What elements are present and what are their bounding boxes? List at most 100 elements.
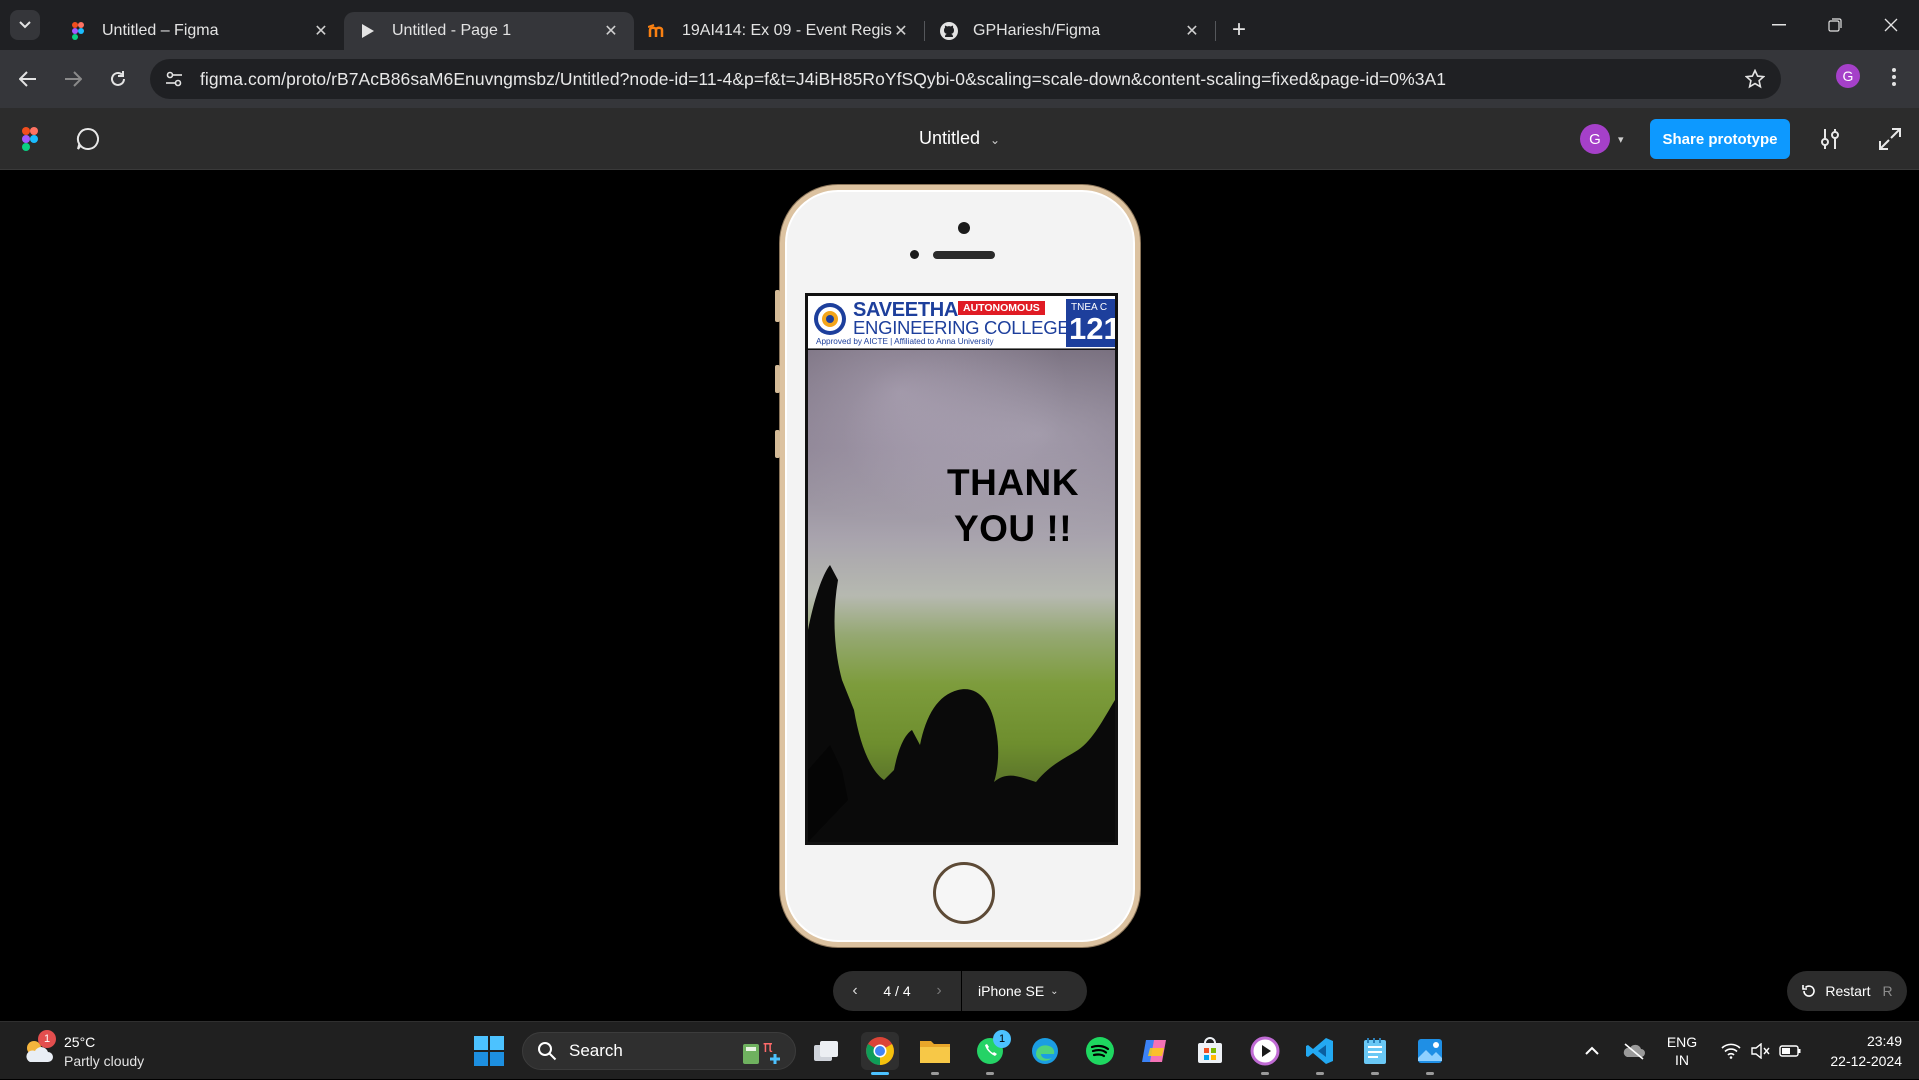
phone-home-button[interactable] [933, 862, 995, 924]
tab-prototype-page[interactable]: Untitled - Page 1 ✕ [344, 12, 634, 50]
media-player-icon [1250, 1036, 1280, 1066]
tab-title: 19AI414: Ex 09 - Event Registrat [682, 22, 892, 39]
tab-github-repo[interactable]: GPHariesh/Figma ✕ [925, 12, 1215, 50]
expand-icon[interactable] [1877, 126, 1903, 152]
college-emblem-icon [814, 303, 846, 335]
user-avatar-menu[interactable]: G ▾ [1580, 122, 1624, 156]
browser-menu-icon[interactable] [1880, 62, 1908, 92]
svg-text:π: π [763, 1037, 773, 1056]
taskbar-media-player[interactable] [1246, 1032, 1284, 1075]
wifi-icon [1721, 1043, 1741, 1059]
previous-frame-icon[interactable]: ‹ [837, 982, 873, 1000]
restart-button[interactable]: Restart R [1787, 971, 1907, 1011]
tab-separator [1215, 21, 1216, 41]
restart-icon [1802, 985, 1816, 997]
chevron-down-icon: ⌄ [989, 133, 1001, 147]
figma-prototype-header: Untitled ⌄ G ▾ Share prototype [0, 108, 1919, 170]
quick-settings[interactable] [1716, 1022, 1806, 1080]
taskbar-whatsapp[interactable]: 1 [971, 1030, 1011, 1075]
stadium-background-image: THANK YOU !! [808, 350, 1115, 842]
thank-you-line1: THANK [947, 462, 1079, 503]
tnea-code-box: TNEA C 121 [1066, 299, 1115, 347]
figma-icon [68, 21, 88, 41]
chevron-down-icon[interactable]: ⌄ [1050, 986, 1058, 997]
restore-button[interactable] [1807, 0, 1863, 50]
edge-icon [1032, 1038, 1058, 1064]
minimize-button[interactable] [1751, 0, 1807, 50]
show-hidden-icons[interactable] [1580, 1022, 1604, 1080]
close-window-button[interactable] [1863, 0, 1919, 50]
proximity-sensor [910, 250, 919, 259]
taskbar-store[interactable] [1191, 1032, 1229, 1070]
phone-side-button [775, 290, 780, 322]
windows-taskbar: 1 25°C Partly cloudy Search π 1 ENG IN 2… [0, 1021, 1919, 1079]
reload-icon [111, 71, 125, 86]
device-selector[interactable]: iPhone SE [978, 983, 1044, 999]
chevron-down-icon: ▾ [1618, 133, 1624, 146]
autonomous-badge: AUTONOMOUS [958, 301, 1045, 315]
iphone-frame: SAVEETHA AUTONOMOUS ENGINEERING COLLEGE … [775, 185, 1140, 947]
taskbar-chrome[interactable] [861, 1032, 899, 1075]
close-icon [1884, 18, 1898, 32]
folder-icon [920, 1041, 950, 1063]
file-title-menu[interactable]: Untitled ⌄ [0, 128, 1919, 149]
chevron-up-icon [1585, 1046, 1599, 1055]
address-bar[interactable]: figma.com/proto/rB7AcB86saM6Enuvngmsbz/U… [150, 59, 1781, 99]
clock[interactable]: 23:49 22-12-2024 [1812, 1022, 1902, 1080]
browser-profile-avatar[interactable]: G [1836, 64, 1860, 88]
arrow-right-icon [65, 71, 82, 87]
language-indicator[interactable]: ENG IN [1662, 1022, 1702, 1080]
close-tab-icon[interactable]: ✕ [892, 21, 910, 41]
taskbar-copilot[interactable] [1136, 1032, 1174, 1070]
onedrive-status[interactable] [1618, 1022, 1650, 1080]
search-label: Search [569, 1041, 623, 1060]
new-tab-button[interactable]: + [1224, 15, 1254, 45]
share-prototype-button[interactable]: Share prototype [1650, 119, 1790, 159]
thank-you-message: THANK YOU !! [928, 460, 1098, 552]
copilot-icon [1142, 1040, 1166, 1062]
taskbar-spotify[interactable] [1081, 1032, 1119, 1070]
restart-shortcut: R [1882, 983, 1893, 999]
file-title: Untitled [918, 128, 980, 148]
weather-condition: Partly cloudy [64, 1053, 145, 1069]
tab-title: Untitled – Figma [102, 22, 219, 39]
weather-alert-badge: 1 [38, 1030, 56, 1048]
battery-icon [1779, 1045, 1801, 1057]
browser-tab-strip: Untitled – Figma ✕ Untitled - Page 1 ✕ 1… [0, 0, 1919, 50]
prototype-settings-icon[interactable] [1817, 126, 1843, 152]
close-tab-icon[interactable]: ✕ [1183, 21, 1201, 41]
start-button[interactable] [470, 1032, 508, 1070]
task-view-icon [814, 1041, 838, 1061]
earpiece-speaker [933, 251, 995, 259]
taskbar-search[interactable]: Search π [522, 1032, 796, 1070]
taskbar-edge[interactable] [1026, 1032, 1064, 1070]
taskbar-file-explorer[interactable] [916, 1032, 954, 1075]
college-banner: SAVEETHA AUTONOMOUS ENGINEERING COLLEGE … [808, 296, 1115, 349]
notepad-icon [1364, 1038, 1386, 1064]
weather-widget[interactable]: 1 25°C Partly cloudy [22, 1030, 182, 1072]
prototype-screen[interactable]: SAVEETHA AUTONOMOUS ENGINEERING COLLEGE … [805, 293, 1118, 845]
close-tab-icon[interactable]: ✕ [602, 21, 620, 41]
site-settings-icon[interactable] [156, 61, 192, 97]
tab-title: GPHariesh/Figma [973, 22, 1101, 39]
url-text[interactable]: figma.com/proto/rB7AcB86saM6Enuvngmsbz/U… [200, 69, 1446, 90]
tab-figma-file[interactable]: Untitled – Figma ✕ [54, 12, 344, 50]
close-tab-icon[interactable]: ✕ [312, 21, 330, 41]
taskbar-notepad[interactable] [1356, 1032, 1394, 1075]
play-icon [358, 21, 378, 41]
tab-event-registration[interactable]: 19AI414: Ex 09 - Event Registrat ✕ [634, 12, 924, 50]
reload-button[interactable] [100, 61, 136, 97]
forward-button[interactable] [55, 61, 91, 97]
back-button[interactable] [10, 61, 46, 97]
phone-volume-up [775, 365, 780, 393]
tab-search-button[interactable] [10, 10, 40, 40]
next-frame-icon[interactable]: › [921, 982, 957, 1000]
taskbar-vscode[interactable] [1301, 1032, 1339, 1075]
browser-toolbar: figma.com/proto/rB7AcB86saM6Enuvngmsbz/U… [0, 50, 1919, 108]
github-icon [939, 21, 959, 41]
taskbar-photos[interactable] [1411, 1032, 1449, 1075]
task-view-button[interactable] [807, 1032, 845, 1070]
clock-time: 23:49 [1866, 1033, 1902, 1049]
bookmark-star-icon[interactable] [1741, 65, 1769, 93]
vscode-icon [1306, 1038, 1333, 1064]
